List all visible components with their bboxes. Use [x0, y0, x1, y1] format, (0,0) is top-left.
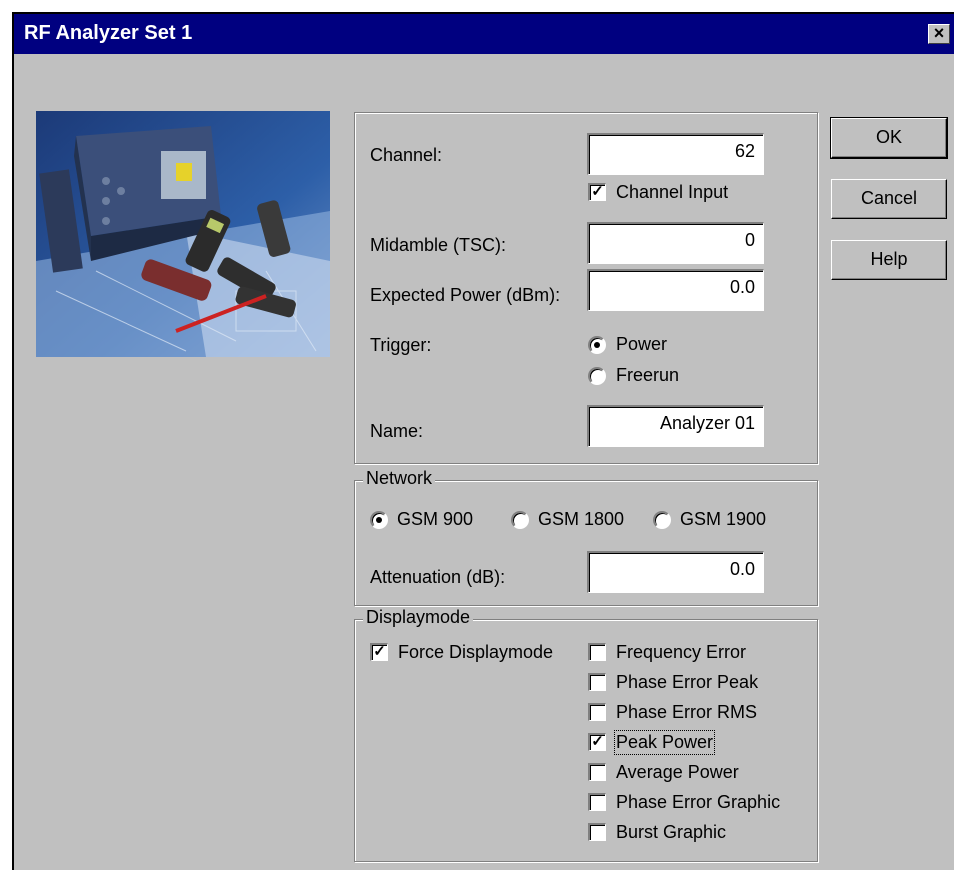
midamble-label: Midamble (TSC): — [370, 235, 507, 255]
cancel-button[interactable]: Cancel — [831, 179, 947, 219]
attenuation-label: Attenuation (dB): — [370, 567, 506, 587]
average-power-checkbox[interactable] — [588, 763, 606, 781]
rf-analyzer-dialog: RF Analyzer Set 1 × Channel: 62 ✓ Channe… — [12, 12, 954, 870]
midamble-field[interactable]: 0 — [587, 222, 764, 264]
title-bar[interactable]: RF Analyzer Set 1 × — [14, 14, 954, 54]
channel-field[interactable]: 62 — [587, 133, 764, 175]
window-title: RF Analyzer Set 1 — [24, 22, 193, 44]
peak-power-label: Peak Power — [613, 730, 716, 755]
phase-error-rms-label: Phase Error RMS — [616, 702, 758, 722]
displaymode-legend: Displaymode — [363, 607, 474, 628]
average-power-label: Average Power — [616, 762, 739, 782]
channel-input-label: Channel Input — [616, 182, 729, 202]
channel-input-checkbox[interactable]: ✓ — [588, 183, 606, 201]
gsm1800-radio[interactable] — [511, 511, 529, 529]
network-legend: Network — [363, 468, 436, 489]
trigger-freerun-label: Freerun — [616, 365, 680, 385]
phase-error-peak-label: Phase Error Peak — [616, 672, 759, 692]
name-label: Name: — [370, 421, 424, 441]
frequency-error-label: Frequency Error — [616, 642, 747, 662]
settings-group: Channel: 62 ✓ Channel Input Midamble (TS… — [354, 112, 818, 464]
frequency-error-checkbox[interactable] — [588, 643, 606, 661]
radio-dot-icon — [376, 517, 382, 523]
gsm1900-label: GSM 1900 — [680, 509, 767, 529]
trigger-power-radio[interactable] — [588, 336, 606, 354]
burst-graphic-label: Burst Graphic — [616, 822, 727, 842]
trigger-label: Trigger: — [370, 335, 432, 355]
channel-label: Channel: — [370, 145, 443, 165]
close-icon[interactable]: × — [928, 24, 950, 44]
phase-error-graphic-label: Phase Error Graphic — [616, 792, 781, 812]
trigger-freerun-radio[interactable] — [588, 367, 606, 385]
help-button[interactable]: Help — [831, 240, 947, 280]
name-field[interactable]: Analyzer 01 — [587, 405, 764, 447]
expected-power-label: Expected Power (dBm): — [370, 285, 561, 305]
phase-error-graphic-checkbox[interactable] — [588, 793, 606, 811]
gsm1800-label: GSM 1800 — [538, 509, 625, 529]
radio-dot-icon — [594, 342, 600, 348]
force-displaymode-label: Force Displaymode — [398, 642, 554, 662]
network-group: Network GSM 900 GSM 1800 GSM 1900 Attenu… — [354, 468, 818, 606]
force-displaymode-checkbox[interactable]: ✓ — [370, 643, 388, 661]
trigger-power-label: Power — [616, 334, 668, 354]
peak-power-checkbox[interactable]: ✓ — [588, 733, 606, 751]
device-photo — [36, 111, 330, 357]
gsm900-label: GSM 900 — [397, 509, 474, 529]
displaymode-group: Displaymode ✓ Force Displaymode Frequenc… — [354, 607, 818, 862]
burst-graphic-checkbox[interactable] — [588, 823, 606, 841]
attenuation-field[interactable]: 0.0 — [587, 551, 764, 593]
phase-error-peak-checkbox[interactable] — [588, 673, 606, 691]
gsm1900-radio[interactable] — [653, 511, 671, 529]
phase-error-rms-checkbox[interactable] — [588, 703, 606, 721]
expected-power-field[interactable]: 0.0 — [587, 269, 764, 311]
gsm900-radio[interactable] — [370, 511, 388, 529]
ok-button[interactable]: OK — [830, 117, 948, 159]
